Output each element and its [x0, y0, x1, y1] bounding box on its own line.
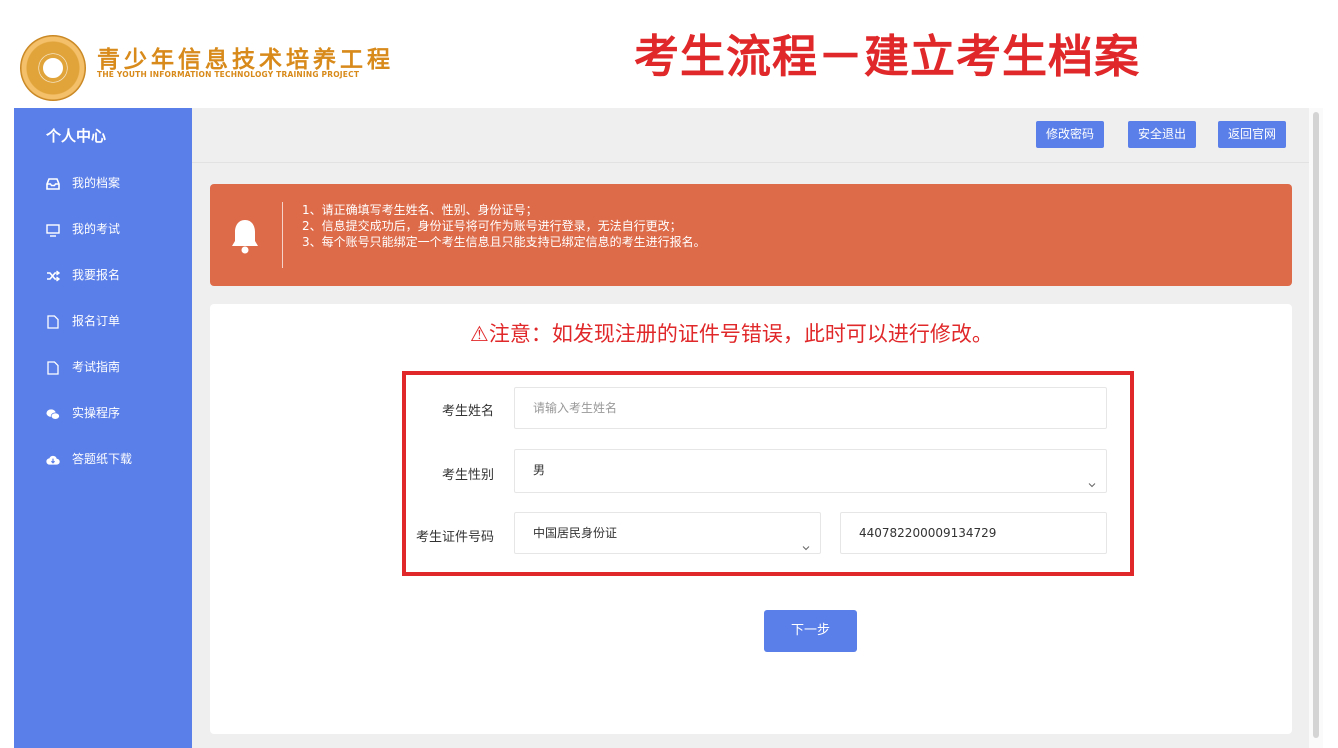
notice-banner: 1、请正确填写考生姓名、性别、身份证号； 2、信息提交成功后，身份证号将可作为账… — [210, 184, 1292, 286]
brand-name: 青少年信息技术培养工程 — [97, 47, 394, 73]
header: 青少年信息技术培养工程 THE YOUTH INFORMATION TECHNO… — [0, 0, 1338, 108]
change-password-button[interactable]: 修改密码 — [1036, 121, 1105, 148]
file-icon — [46, 361, 60, 375]
logout-button[interactable]: 安全退出 — [1128, 121, 1197, 148]
sidebar-item-label: 考试指南 — [72, 360, 121, 374]
name-label: 考生姓名 — [441, 404, 494, 419]
alert-line: 3、每个账号只能绑定一个考生信息且只能支持已绑定信息的考生进行报名。 — [302, 235, 706, 249]
alert-divider — [282, 202, 283, 268]
file-icon — [46, 315, 60, 329]
sidebar-item-label: 报名订单 — [72, 314, 121, 328]
inbox-icon — [46, 177, 60, 191]
id-label: 考生证件号码 — [415, 530, 494, 545]
bell-icon — [230, 216, 260, 256]
sidebar-item-label: 我要报名 — [72, 268, 121, 282]
warning-notice: ⚠注意：如发现注册的证件号错误，此时可以进行修改。 — [470, 322, 993, 346]
cloud-download-icon — [46, 453, 60, 467]
chevron-down-icon — [802, 528, 810, 551]
sidebar-item-answer-sheet-download[interactable]: 答题纸下载 — [14, 451, 192, 497]
topbar: 修改密码 安全退出 返回官网 — [192, 108, 1309, 163]
name-placeholder: 请输入考生姓名 — [533, 401, 618, 415]
page-heading: 考生流程－建立考生档案 — [634, 30, 1141, 83]
monitor-icon — [46, 223, 60, 237]
sidebar-title: 个人中心 — [46, 127, 107, 145]
id-type-value: 中国居民身份证 — [533, 526, 618, 540]
gender-value: 男 — [533, 463, 546, 477]
profile-form-card: ⚠注意：如发现注册的证件号错误，此时可以进行修改。 考生姓名 请输入考生姓名 考… — [210, 304, 1292, 734]
sidebar-item-orders[interactable]: 报名订单 — [14, 313, 192, 359]
sidebar-item-practice-program[interactable]: 实操程序 — [14, 405, 192, 451]
next-step-button[interactable]: 下一步 — [764, 610, 857, 652]
sidebar-menu: 我的档案 我的考试 我要报名 报名订单 考试指南 实操程序 答题纸下载 — [14, 175, 192, 497]
sidebar-item-label: 我的考试 — [72, 222, 121, 236]
sidebar-item-my-exams[interactable]: 我的考试 — [14, 221, 192, 267]
shuffle-icon — [46, 269, 60, 283]
id-number-value: 440782200009134729 — [859, 526, 997, 540]
gender-select[interactable]: 男 — [514, 449, 1107, 493]
sidebar-item-my-profile[interactable]: 我的档案 — [14, 175, 192, 221]
sidebar-item-label: 我的档案 — [72, 176, 121, 190]
sidebar-item-register[interactable]: 我要报名 — [14, 267, 192, 313]
id-number-input[interactable]: 440782200009134729 — [840, 512, 1107, 554]
sidebar-item-exam-guide[interactable]: 考试指南 — [14, 359, 192, 405]
chevron-down-icon — [1088, 465, 1096, 488]
sidebar: 个人中心 我的档案 我的考试 我要报名 报名订单 考试指南 实操程序 答题纸下载 — [14, 108, 192, 748]
wechat-icon — [46, 407, 60, 421]
alert-line: 1、请正确填写考生姓名、性别、身份证号； — [302, 203, 538, 217]
logo — [20, 35, 86, 101]
alert-text: 1、请正确填写考生姓名、性别、身份证号； 2、信息提交成功后，身份证号将可作为账… — [302, 202, 706, 250]
scrollbar-thumb[interactable] — [1313, 112, 1319, 738]
name-input[interactable]: 请输入考生姓名 — [514, 387, 1107, 429]
alert-line: 2、信息提交成功后，身份证号将可作为账号进行登录，无法自行更改； — [302, 219, 682, 233]
brand-subtitle: THE YOUTH INFORMATION TECHNOLOGY TRAININ… — [97, 70, 360, 79]
gender-label: 考生性别 — [441, 468, 494, 483]
id-type-select[interactable]: 中国居民身份证 — [514, 512, 821, 554]
sidebar-item-label: 实操程序 — [72, 406, 121, 420]
sidebar-item-label: 答题纸下载 — [72, 452, 133, 466]
back-to-site-button[interactable]: 返回官网 — [1218, 121, 1287, 148]
